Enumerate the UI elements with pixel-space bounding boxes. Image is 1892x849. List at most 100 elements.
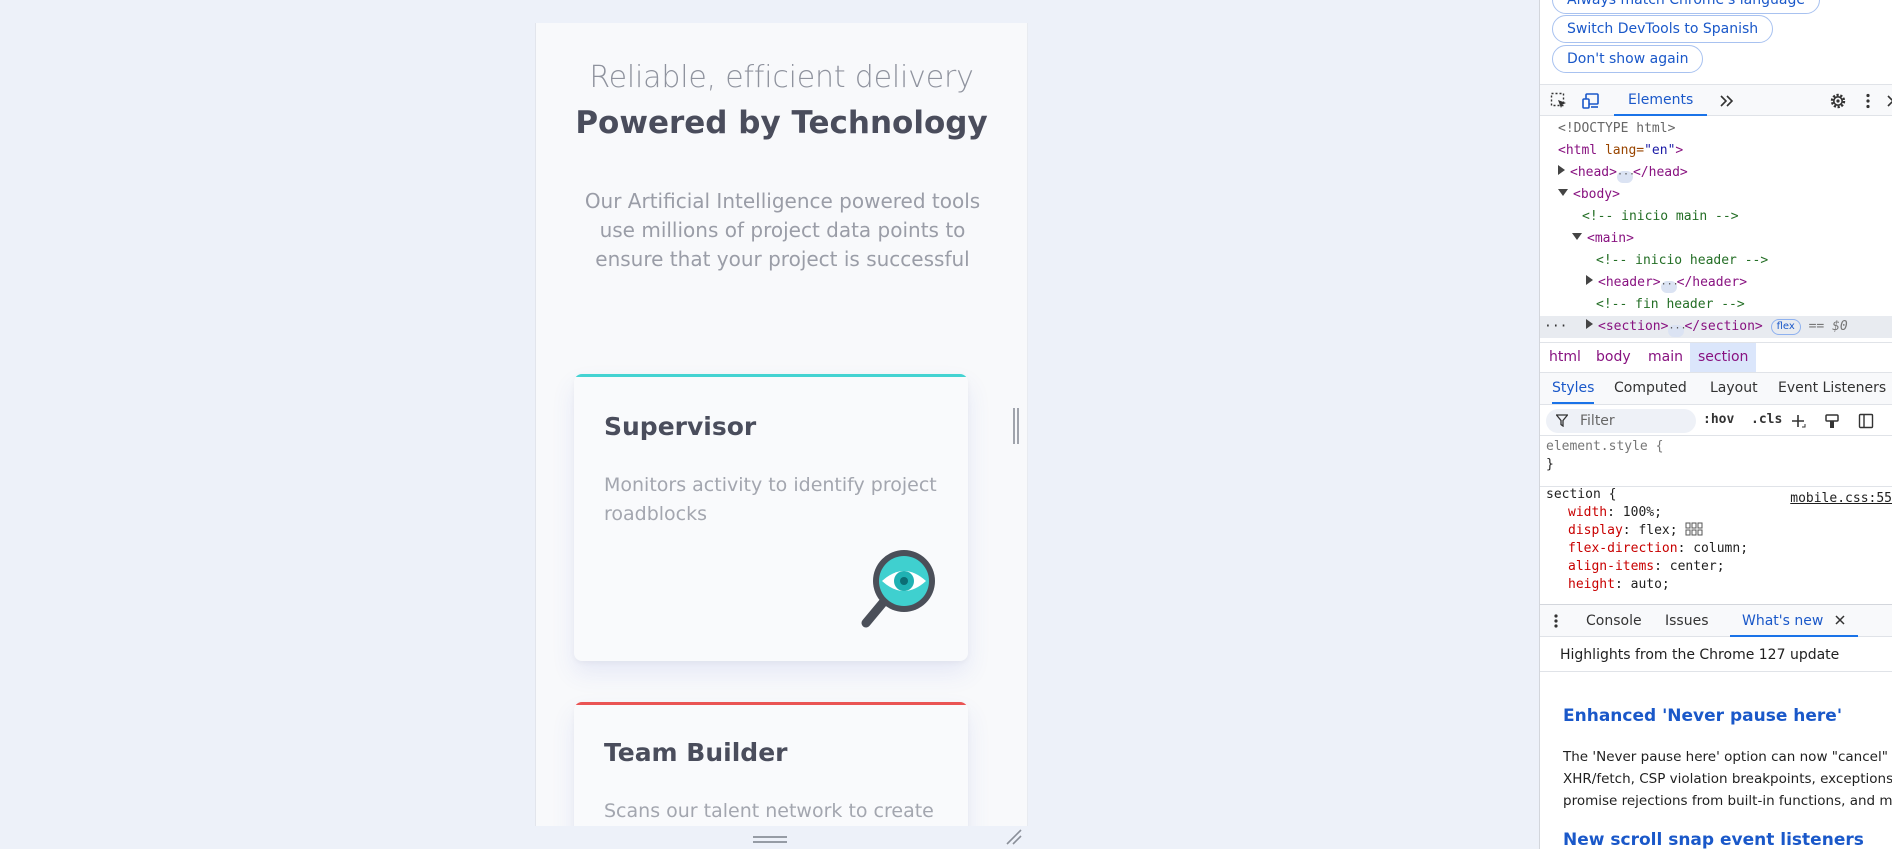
tab-whats-new[interactable]: What's new [1730,605,1858,637]
whats-new-line: The 'Never pause here' option can now "c… [1563,749,1892,765]
card-description: Scans our talent network to create [604,800,934,822]
card-accent-bar [574,374,968,377]
tab-layout[interactable]: Layout [1710,373,1758,404]
flex-badge[interactable]: flex [1770,319,1801,335]
supervisor-card: Supervisor Monitors activity to identify… [574,374,968,661]
dom-attr-name: lang= [1597,143,1645,158]
more-tabs-icon[interactable] [1718,92,1736,110]
elements-dom-tree: <!DOCTYPE html> <html lang="en"> <head>·… [1540,118,1892,340]
dom-tag: </header> [1676,275,1748,290]
more-options-icon[interactable] [1859,92,1877,110]
color-palette-icon[interactable] [1824,413,1840,429]
collapsed-ellipsis-icon[interactable]: ··· [1668,324,1687,337]
dom-tag: <html [1558,143,1598,158]
drawer-menu-icon[interactable] [1552,613,1560,629]
css-property: flex-direction [1568,541,1678,556]
styles-filter-bar: Filter :hov .cls [1540,406,1892,436]
tab-elements[interactable]: Elements [1614,85,1708,116]
breadcrumb-body[interactable]: body [1588,343,1639,372]
dom-node-head[interactable]: <head>···</head> [1540,162,1892,184]
device-resize-handle-bottom[interactable] [751,833,789,845]
filter-icon [1556,414,1568,427]
dom-tag: <header> [1598,275,1661,290]
collapse-arrow-icon[interactable] [1558,189,1568,196]
selected-node-ref: == $0 [1808,319,1848,334]
devtools-panel: Always match Chrome's language Switch De… [1539,0,1892,849]
breadcrumb-main[interactable]: main [1640,343,1691,372]
expand-arrow-icon[interactable] [1586,319,1593,329]
dom-attr-value: "en" [1644,143,1676,158]
tab-styles[interactable]: Styles [1552,373,1595,404]
class-toggle[interactable]: .cls [1751,412,1782,427]
dom-node-comment[interactable]: <!-- inicio header --> [1540,250,1892,272]
switch-to-spanish-button[interactable]: Switch DevTools to Spanish [1552,15,1774,43]
settings-gear-icon[interactable] [1829,92,1847,110]
breadcrumb-html[interactable]: html [1541,343,1589,372]
device-resize-corner[interactable] [1005,828,1023,846]
hover-state-toggle[interactable]: :hov [1703,412,1734,427]
breadcrumb: html body main section [1540,342,1892,373]
dom-comment: <!-- inicio main --> [1582,209,1739,224]
breadcrumb-section[interactable]: section [1690,343,1757,372]
inspect-element-icon[interactable] [1550,92,1568,110]
dom-tag: <main> [1587,231,1634,246]
dom-node-body[interactable]: <body> [1540,184,1892,206]
hero-title: Powered by Technology [575,105,988,141]
stylesheet-source-link[interactable]: mobile.css:55 [1790,491,1892,506]
drawer-tabbar: Console Issues What's new [1540,604,1892,637]
dom-tag: <body> [1573,187,1620,202]
flexbox-editor-icon[interactable] [1685,522,1703,536]
toggle-sidebar-icon[interactable] [1858,413,1874,429]
css-declaration[interactable]: flex-direction: column; [1568,540,1748,558]
css-value: auto; [1630,577,1670,592]
rule-close-brace: } [1546,457,1554,472]
close-devtools-icon[interactable] [1884,92,1892,110]
css-declaration[interactable]: display: flex; [1568,522,1703,540]
dom-node-comment[interactable]: <!-- inicio main --> [1540,206,1892,228]
magnifier-eye-icon [861,550,935,628]
dom-node-section-selected[interactable]: ··· <section>···</section> flex == $0 [1540,316,1892,338]
whats-new-header: Highlights from the Chrome 127 update [1540,638,1892,672]
css-value: flex; [1638,523,1678,538]
css-property: display [1568,523,1623,538]
always-match-language-button[interactable]: Always match Chrome's language [1552,0,1820,14]
css-value: center; [1669,559,1725,574]
close-tab-icon[interactable] [1834,614,1846,626]
dom-node-header[interactable]: <header>···</header> [1540,272,1892,294]
dom-node-comment[interactable]: <!-- fin header --> [1540,294,1892,316]
tab-label: What's new [1742,613,1824,629]
add-rule-icon[interactable] [1790,413,1806,429]
css-rules-pane: element.style { } section { width: 100%;… [1540,436,1892,600]
card-accent-bar [574,702,968,705]
collapsed-ellipsis-icon[interactable]: ··· [1616,170,1635,183]
node-actions-icon[interactable]: ··· [1544,316,1567,338]
dont-show-again-button[interactable]: Don't show again [1552,45,1704,73]
element-style-selector[interactable]: element.style { [1546,438,1663,456]
collapse-arrow-icon[interactable] [1572,233,1582,240]
dom-comment: <!-- inicio header --> [1596,253,1769,268]
collapsed-ellipsis-icon[interactable]: ··· [1660,280,1679,293]
whats-new-line: promise rejections from built-in functio… [1563,793,1892,809]
dom-tag: > [1675,143,1684,158]
tab-console[interactable]: Console [1586,605,1642,637]
dom-tag: <section> [1598,319,1669,334]
rule-divider [1540,486,1892,487]
device-toolbar-icon[interactable] [1582,92,1600,110]
tab-event-listeners[interactable]: Event Listeners [1778,373,1886,404]
expand-arrow-icon[interactable] [1586,275,1593,285]
styles-filter-input[interactable]: Filter [1546,409,1696,433]
device-resize-handle-right[interactable] [1011,408,1021,444]
tab-issues[interactable]: Issues [1665,605,1709,637]
whats-new-heading-link[interactable]: New scroll snap event listeners [1563,830,1864,849]
css-declaration[interactable]: height: auto; [1568,576,1670,594]
section-rule-selector[interactable]: section { [1546,486,1616,504]
dom-node-doctype[interactable]: <!DOCTYPE html> [1540,118,1892,140]
dom-node-main[interactable]: <main> [1540,228,1892,250]
dom-node-html[interactable]: <html lang="en"> [1540,140,1892,162]
tab-computed[interactable]: Computed [1614,373,1687,404]
css-declaration[interactable]: width: 100%; [1568,504,1662,522]
css-declaration[interactable]: align-items: center; [1568,558,1725,576]
whats-new-heading-link[interactable]: Enhanced 'Never pause here' [1563,706,1842,726]
card-title: Team Builder [604,738,788,767]
expand-arrow-icon[interactable] [1558,165,1565,175]
